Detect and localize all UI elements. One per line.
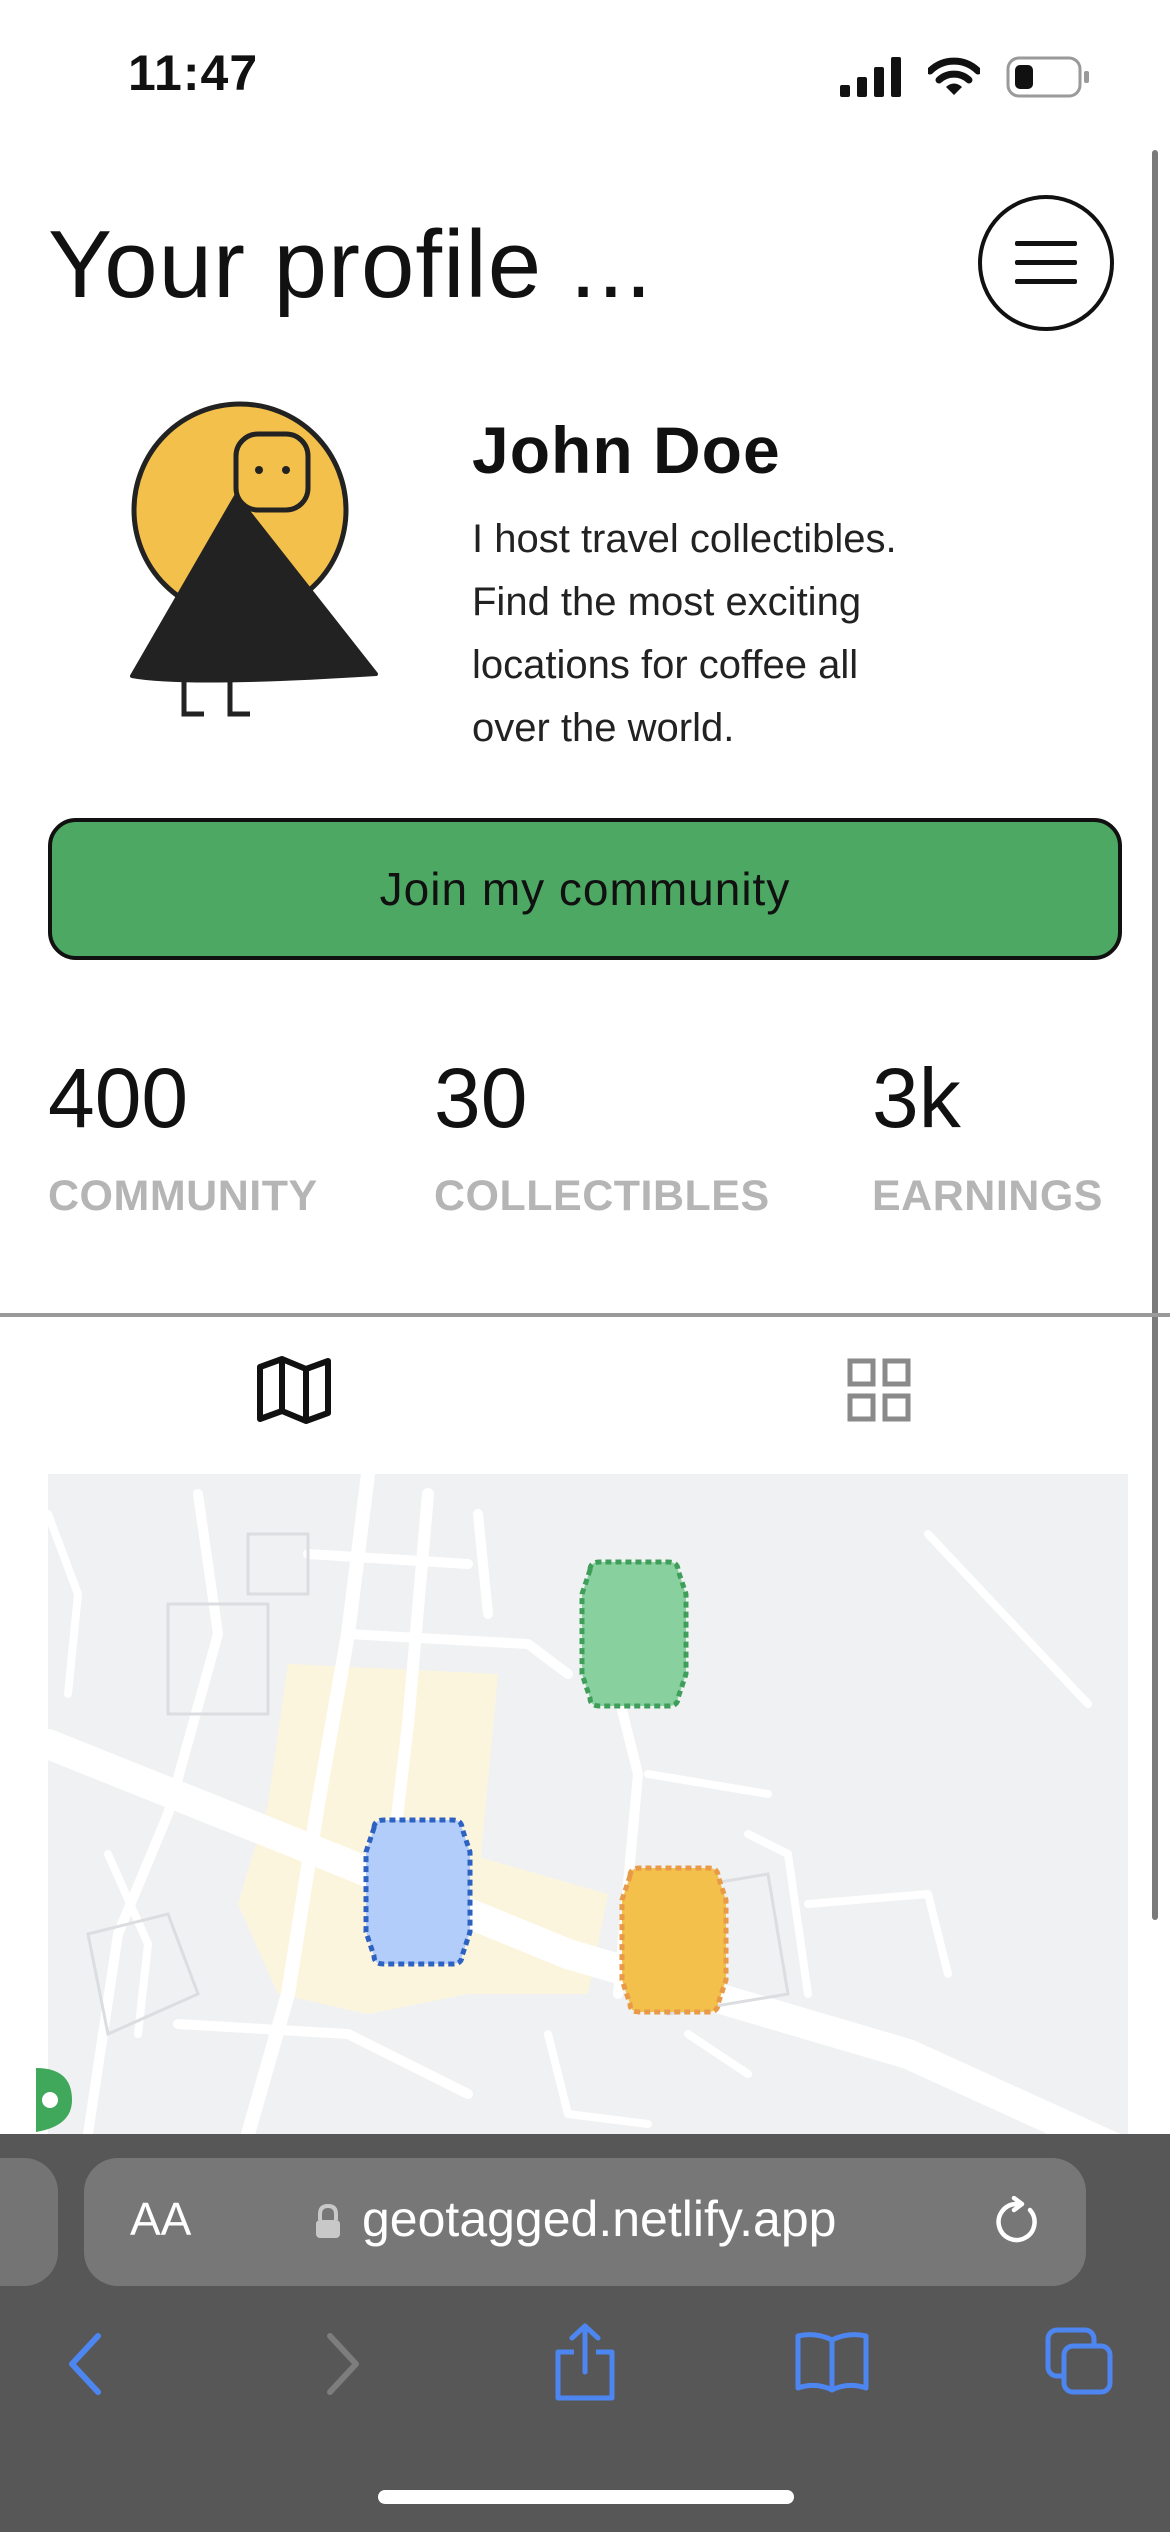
blue-marker[interactable] — [360, 1816, 476, 1968]
wifi-icon — [928, 57, 980, 95]
green-marker[interactable] — [576, 1558, 692, 1710]
bookmarks-icon[interactable] — [794, 2330, 870, 2394]
join-community-button[interactable]: Join my community — [48, 818, 1122, 960]
status-time: 11:47 — [128, 45, 259, 101]
profile-bio: I host travel collectibles. Find the mos… — [472, 508, 1032, 760]
share-icon[interactable] — [552, 2322, 618, 2402]
tabs-icon[interactable] — [1044, 2326, 1116, 2398]
bio-line: Find the most exciting — [472, 580, 862, 624]
location-pin-icon[interactable] — [36, 2066, 86, 2134]
bio-line: locations for coffee all — [472, 643, 859, 687]
text-size-label: AA — [130, 2193, 192, 2245]
url-text[interactable]: geotagged.netlify.app — [362, 2190, 836, 2248]
tab-map[interactable] — [249, 1345, 339, 1435]
page-title: Your profile ... — [48, 211, 653, 318]
grid-icon — [847, 1358, 911, 1422]
stat-community-value: 400 — [48, 1051, 189, 1145]
stat-earnings-value: 3k — [872, 1051, 961, 1145]
lock-icon — [316, 2204, 340, 2238]
bio-line: over the world. — [472, 706, 735, 750]
back-icon[interactable] — [66, 2332, 106, 2396]
menu-button[interactable] — [978, 195, 1114, 331]
map-view[interactable] — [48, 1474, 1128, 2134]
stat-collectibles-value: 30 — [434, 1051, 528, 1145]
text-size-button[interactable]: AA — [130, 2192, 191, 2246]
stat-collectibles-label: COLLECTIBLES — [434, 1172, 770, 1220]
signal-icon — [840, 57, 901, 97]
stat-community-label: COMMUNITY — [48, 1172, 318, 1220]
page-scrollbar[interactable] — [1152, 150, 1158, 1920]
avatar — [130, 401, 378, 717]
profile-name: John Doe — [472, 413, 781, 487]
previous-tab-preview[interactable] — [0, 2158, 58, 2286]
battery-icon — [1006, 56, 1089, 98]
stat-earnings-label: EARNINGS — [872, 1172, 1103, 1220]
home-indicator[interactable] — [378, 2490, 794, 2504]
map-icon — [257, 1356, 331, 1424]
hamburger-icon — [1015, 241, 1077, 284]
forward-icon[interactable] — [322, 2332, 362, 2396]
reload-icon[interactable] — [990, 2196, 1042, 2248]
status-icons — [840, 52, 1090, 102]
tab-grid[interactable] — [834, 1345, 924, 1435]
orange-marker[interactable] — [616, 1864, 732, 2016]
bio-line: I host travel collectibles. — [472, 517, 897, 561]
section-divider — [0, 1313, 1170, 1317]
join-community-label: Join my community — [379, 863, 791, 915]
